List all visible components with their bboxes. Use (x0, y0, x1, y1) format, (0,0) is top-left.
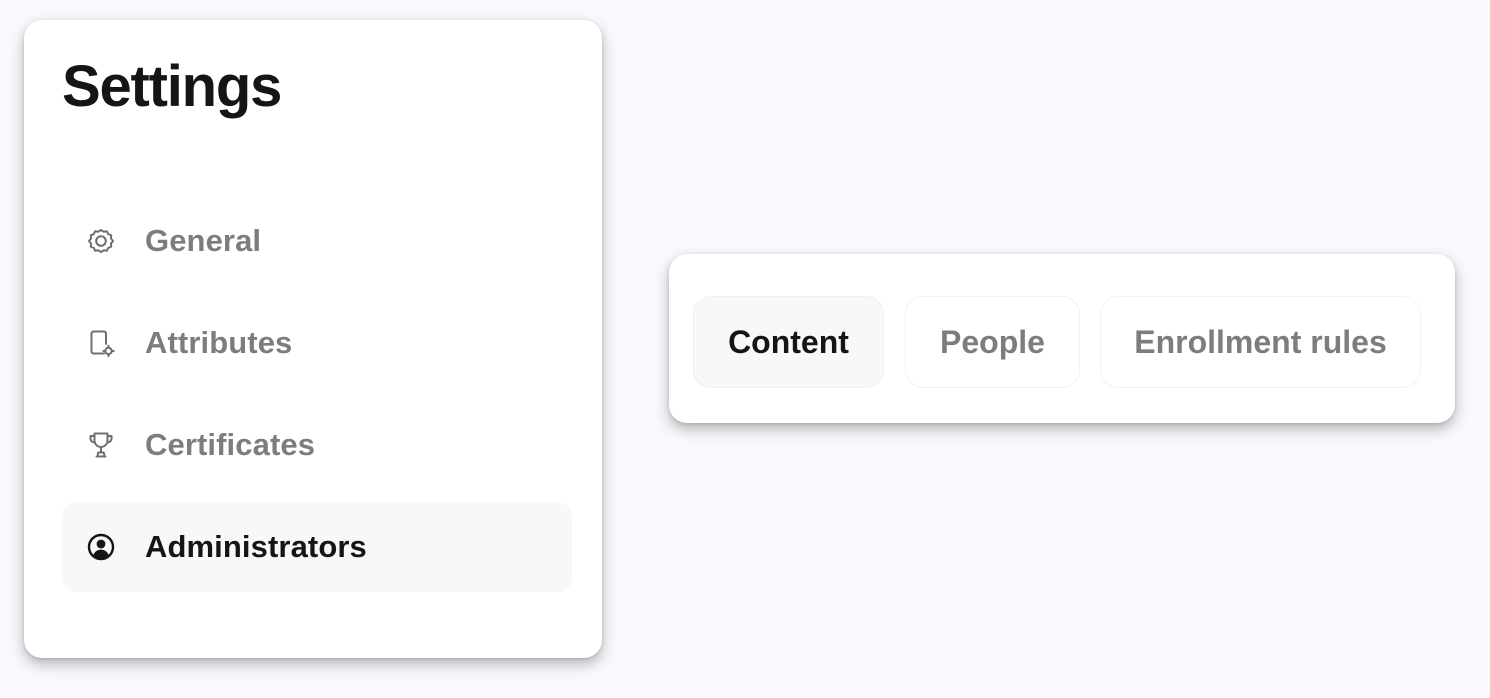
nav-item-label: Certificates (145, 427, 316, 462)
gear-icon (84, 224, 118, 258)
trophy-icon (84, 428, 118, 462)
tab-people[interactable]: People (905, 296, 1080, 388)
nav-item-administrators[interactable]: Administrators (62, 502, 572, 592)
tab-enrollment-rules[interactable]: Enrollment rules (1100, 296, 1421, 388)
stage: Settings General Attributes Certificates… (0, 0, 1490, 698)
nav-item-certificates[interactable]: Certificates (62, 400, 572, 490)
document-gear-icon (84, 326, 118, 360)
user-circle-icon (84, 530, 118, 564)
settings-panel: Settings General Attributes Certificates… (24, 20, 602, 658)
tab-content[interactable]: Content (693, 296, 884, 388)
nav-item-general[interactable]: General (62, 196, 572, 286)
tabs-card: Content People Enrollment rules (669, 254, 1455, 423)
settings-nav: General Attributes Certificates Administ… (62, 196, 572, 604)
nav-item-attributes[interactable]: Attributes (62, 298, 572, 388)
page-title: Settings (62, 54, 282, 119)
nav-item-label: Attributes (145, 325, 293, 360)
nav-item-label: Administrators (145, 529, 367, 564)
nav-item-label: General (145, 223, 262, 258)
